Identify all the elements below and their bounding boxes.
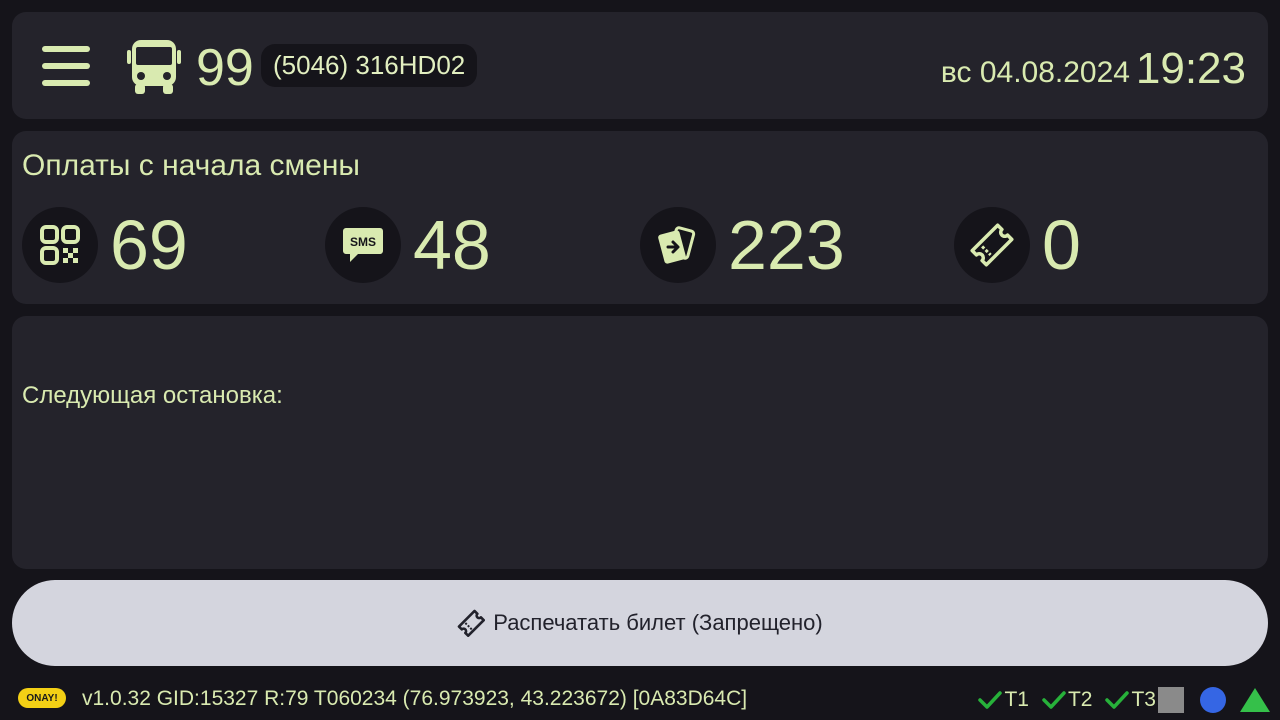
date-label: вс 04.08.2024 <box>940 56 1130 89</box>
status-bar: ONAY! v1.0.32 GID:15327 R:79 T060234 (76… <box>0 680 1280 720</box>
terminal-3-status: T3 <box>1104 688 1156 712</box>
ticket-icon <box>457 609 486 637</box>
qr-payments-count: 69 <box>110 206 188 284</box>
card-icon <box>640 207 716 283</box>
payments-title: Оплаты с начала смены <box>22 149 360 182</box>
next-stop-label: Следующая остановка: <box>22 382 283 409</box>
terminal-2-label: T2 <box>1067 688 1093 711</box>
check-icon <box>978 691 1003 709</box>
gray-status-square <box>1158 687 1184 713</box>
ticket-payments-count: 0 <box>1042 206 1081 284</box>
qr-payments-stat: 69 <box>22 207 188 283</box>
status-indicators: T1 T2 T3 <box>965 685 1270 715</box>
check-icon <box>1105 691 1130 709</box>
sms-icon: SMS <box>325 207 401 283</box>
print-ticket-button[interactable]: Распечатать билет (Запрещено) <box>12 580 1268 666</box>
ticket-icon <box>954 207 1030 283</box>
terminal-1-status: T1 <box>977 688 1029 712</box>
next-stop-panel: Следующая остановка: <box>12 316 1268 569</box>
terminal-3-label: T3 <box>1131 688 1156 711</box>
sms-payments-stat: SMS 48 <box>325 207 491 283</box>
time-label: 19:23 <box>1135 44 1246 93</box>
terminal-1-label: T1 <box>1004 688 1029 711</box>
header-panel: 99 (5046) 316HD02 вс 04.08.2024 19:23 <box>12 12 1268 119</box>
vehicle-id-badge: (5046) 316HD02 <box>261 44 478 87</box>
menu-icon[interactable] <box>42 46 90 86</box>
blue-status-dot <box>1200 687 1226 713</box>
payments-panel: Оплаты с начала смены 69 SMS 48 223 0 <box>12 131 1268 304</box>
ticket-payments-stat: 0 <box>954 207 1081 283</box>
card-payments-count: 223 <box>728 206 845 284</box>
card-payments-stat: 223 <box>640 207 845 283</box>
qr-code-icon <box>22 207 98 283</box>
print-ticket-label: Распечатать билет (Запрещено) <box>493 610 823 635</box>
sms-payments-count: 48 <box>413 206 491 284</box>
route-number: 99 <box>196 39 254 97</box>
check-icon <box>1042 691 1066 709</box>
brand-logo: ONAY! <box>18 688 66 708</box>
device-info: v1.0.32 GID:15327 R:79 T060234 (76.97392… <box>82 687 748 710</box>
green-status-triangle <box>1240 688 1270 712</box>
terminal-2-status: T2 <box>1041 688 1093 712</box>
bus-icon <box>127 40 181 94</box>
svg-text:SMS: SMS <box>350 235 376 249</box>
